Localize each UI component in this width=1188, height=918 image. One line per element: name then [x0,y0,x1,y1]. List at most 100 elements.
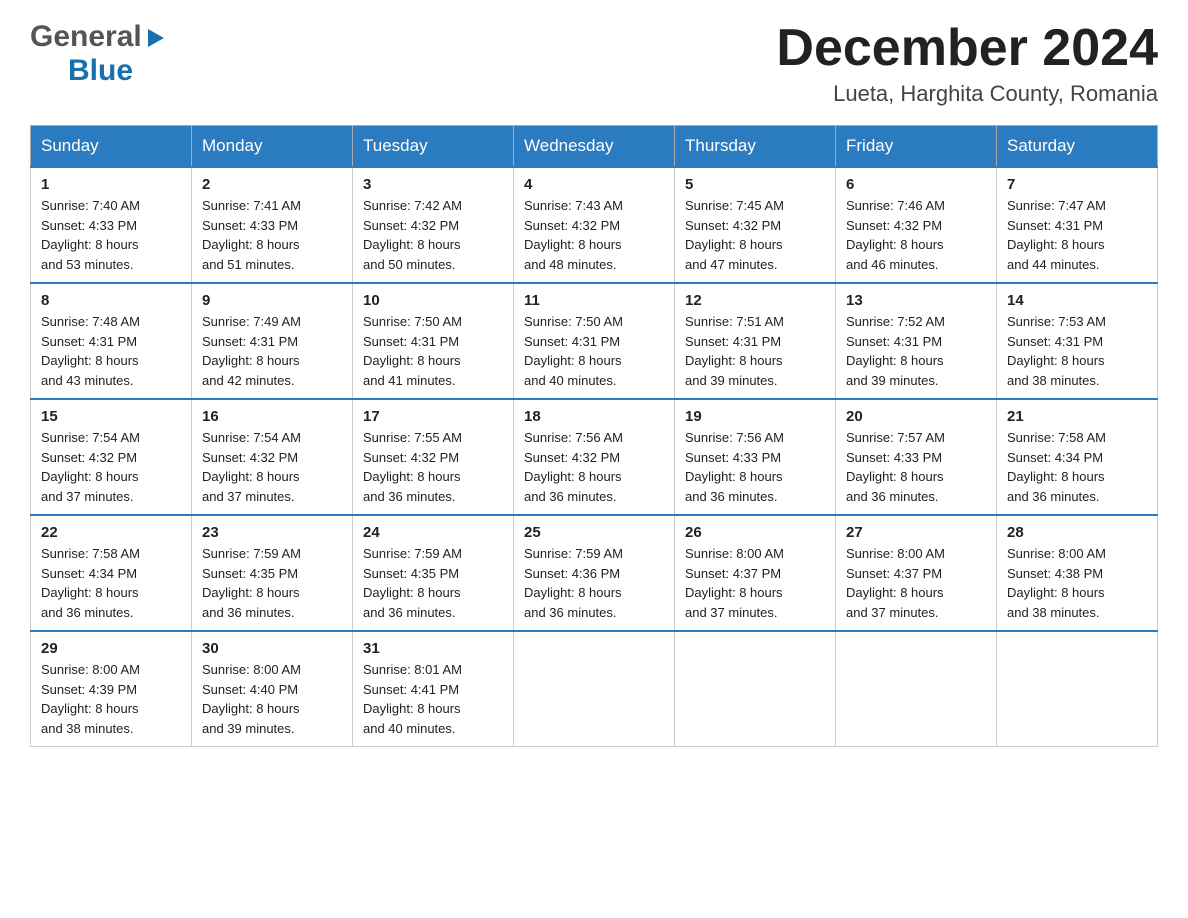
day-info: Sunrise: 7:52 AMSunset: 4:31 PMDaylight:… [846,312,986,390]
day-info: Sunrise: 7:54 AMSunset: 4:32 PMDaylight:… [202,428,342,506]
day-info: Sunrise: 8:00 AMSunset: 4:37 PMDaylight:… [685,544,825,622]
day-number: 28 [1007,524,1147,541]
day-number: 14 [1007,292,1147,309]
day-number: 29 [41,640,181,657]
day-number: 23 [202,524,342,541]
day-info: Sunrise: 8:00 AMSunset: 4:39 PMDaylight:… [41,660,181,738]
day-info: Sunrise: 7:45 AMSunset: 4:32 PMDaylight:… [685,196,825,274]
day-cell: 3 Sunrise: 7:42 AMSunset: 4:32 PMDaylight… [353,167,514,283]
day-number: 24 [363,524,503,541]
day-info: Sunrise: 7:51 AMSunset: 4:31 PMDaylight:… [685,312,825,390]
day-number: 27 [846,524,986,541]
day-cell: 4 Sunrise: 7:43 AMSunset: 4:32 PMDaylight… [514,167,675,283]
day-cell: 1 Sunrise: 7:40 AMSunset: 4:33 PMDaylight… [31,167,192,283]
day-info: Sunrise: 7:59 AMSunset: 4:35 PMDaylight:… [202,544,342,622]
day-number: 1 [41,176,181,193]
day-info: Sunrise: 7:58 AMSunset: 4:34 PMDaylight:… [1007,428,1147,506]
day-cell: 30Sunrise: 8:00 AMSunset: 4:40 PMDayligh… [192,631,353,747]
day-number: 22 [41,524,181,541]
logo-triangle-icon [144,27,166,49]
day-number: 13 [846,292,986,309]
day-number: 3 [363,176,503,193]
day-info: Sunrise: 7:56 AMSunset: 4:32 PMDaylight:… [524,428,664,506]
day-info: Sunrise: 7:42 AMSunset: 4:32 PMDaylight:… [363,196,503,274]
day-number: 9 [202,292,342,309]
day-number: 12 [685,292,825,309]
day-number: 4 [524,176,664,193]
day-cell: 20Sunrise: 7:57 AMSunset: 4:33 PMDayligh… [836,399,997,515]
day-number: 17 [363,408,503,425]
day-number: 16 [202,408,342,425]
day-info: Sunrise: 7:43 AMSunset: 4:32 PMDaylight:… [524,196,664,274]
day-info: Sunrise: 8:00 AMSunset: 4:40 PMDaylight:… [202,660,342,738]
day-cell: 16 Sunrise: 7:54 AMSunset: 4:32 PMDayligh… [192,399,353,515]
day-number: 11 [524,292,664,309]
day-number: 31 [363,640,503,657]
day-cell: 7 Sunrise: 7:47 AMSunset: 4:31 PMDaylight… [997,167,1158,283]
day-number: 8 [41,292,181,309]
day-info: Sunrise: 7:49 AMSunset: 4:31 PMDaylight:… [202,312,342,390]
logo: General Blue [30,20,166,88]
week-row-1: 1 Sunrise: 7:40 AMSunset: 4:33 PMDaylight… [31,167,1158,283]
day-info: Sunrise: 7:48 AMSunset: 4:31 PMDaylight:… [41,312,181,390]
day-cell: 8 Sunrise: 7:48 AMSunset: 4:31 PMDaylight… [31,283,192,399]
logo-blue-text: Blue [68,54,133,87]
day-info: Sunrise: 7:55 AMSunset: 4:32 PMDaylight:… [363,428,503,506]
header-wednesday: Wednesday [514,126,675,168]
day-cell: 9 Sunrise: 7:49 AMSunset: 4:31 PMDaylight… [192,283,353,399]
day-number: 5 [685,176,825,193]
day-number: 21 [1007,408,1147,425]
day-cell: 11 Sunrise: 7:50 AMSunset: 4:31 PMDayligh… [514,283,675,399]
day-cell: 21 Sunrise: 7:58 AMSunset: 4:34 PMDayligh… [997,399,1158,515]
day-cell [836,631,997,747]
day-number: 26 [685,524,825,541]
day-cell: 13 Sunrise: 7:52 AMSunset: 4:31 PMDayligh… [836,283,997,399]
day-cell: 15 Sunrise: 7:54 AMSunset: 4:32 PMDayligh… [31,399,192,515]
week-row-2: 8 Sunrise: 7:48 AMSunset: 4:31 PMDaylight… [31,283,1158,399]
header-row: SundayMondayTuesdayWednesdayThursdayFrid… [31,126,1158,168]
day-cell: 2 Sunrise: 7:41 AMSunset: 4:33 PMDaylight… [192,167,353,283]
day-cell: 22Sunrise: 7:58 AMSunset: 4:34 PMDayligh… [31,515,192,631]
day-cell: 5 Sunrise: 7:45 AMSunset: 4:32 PMDaylight… [675,167,836,283]
day-cell: 24 Sunrise: 7:59 AMSunset: 4:35 PMDayligh… [353,515,514,631]
day-info: Sunrise: 7:46 AMSunset: 4:32 PMDaylight:… [846,196,986,274]
day-info: Sunrise: 7:59 AMSunset: 4:35 PMDaylight:… [363,544,503,622]
header-monday: Monday [192,126,353,168]
day-cell: 12 Sunrise: 7:51 AMSunset: 4:31 PMDayligh… [675,283,836,399]
day-cell: 31 Sunrise: 8:01 AMSunset: 4:41 PMDayligh… [353,631,514,747]
day-cell [514,631,675,747]
day-info: Sunrise: 7:54 AMSunset: 4:32 PMDaylight:… [41,428,181,506]
day-number: 6 [846,176,986,193]
header-thursday: Thursday [675,126,836,168]
day-info: Sunrise: 8:00 AMSunset: 4:38 PMDaylight:… [1007,544,1147,622]
day-info: Sunrise: 7:40 AMSunset: 4:33 PMDaylight:… [41,196,181,274]
day-info: Sunrise: 7:59 AMSunset: 4:36 PMDaylight:… [524,544,664,622]
day-cell: 10Sunrise: 7:50 AMSunset: 4:31 PMDayligh… [353,283,514,399]
day-number: 18 [524,408,664,425]
page-header: General Blue December 2024 Lueta, Harghi… [30,20,1158,107]
calendar-table: SundayMondayTuesdayWednesdayThursdayFrid… [30,125,1158,747]
day-number: 7 [1007,176,1147,193]
day-cell: 26 Sunrise: 8:00 AMSunset: 4:37 PMDayligh… [675,515,836,631]
header-sunday: Sunday [31,126,192,168]
day-info: Sunrise: 7:50 AMSunset: 4:31 PMDaylight:… [524,312,664,390]
week-row-4: 22Sunrise: 7:58 AMSunset: 4:34 PMDayligh… [31,515,1158,631]
day-cell: 14Sunrise: 7:53 AMSunset: 4:31 PMDayligh… [997,283,1158,399]
header-saturday: Saturday [997,126,1158,168]
month-title: December 2024 [776,20,1158,77]
day-cell: 19Sunrise: 7:56 AMSunset: 4:33 PMDayligh… [675,399,836,515]
day-cell: 23 Sunrise: 7:59 AMSunset: 4:35 PMDayligh… [192,515,353,631]
day-cell: 18 Sunrise: 7:56 AMSunset: 4:32 PMDayligh… [514,399,675,515]
day-cell [997,631,1158,747]
day-info: Sunrise: 7:41 AMSunset: 4:33 PMDaylight:… [202,196,342,274]
day-number: 15 [41,408,181,425]
day-info: Sunrise: 7:47 AMSunset: 4:31 PMDaylight:… [1007,196,1147,274]
day-cell: 27Sunrise: 8:00 AMSunset: 4:37 PMDayligh… [836,515,997,631]
day-number: 10 [363,292,503,309]
day-cell: 6 Sunrise: 7:46 AMSunset: 4:32 PMDaylight… [836,167,997,283]
day-info: Sunrise: 8:01 AMSunset: 4:41 PMDaylight:… [363,660,503,738]
location-title: Lueta, Harghita County, Romania [776,81,1158,107]
day-number: 19 [685,408,825,425]
day-number: 2 [202,176,342,193]
day-cell: 25Sunrise: 7:59 AMSunset: 4:36 PMDayligh… [514,515,675,631]
